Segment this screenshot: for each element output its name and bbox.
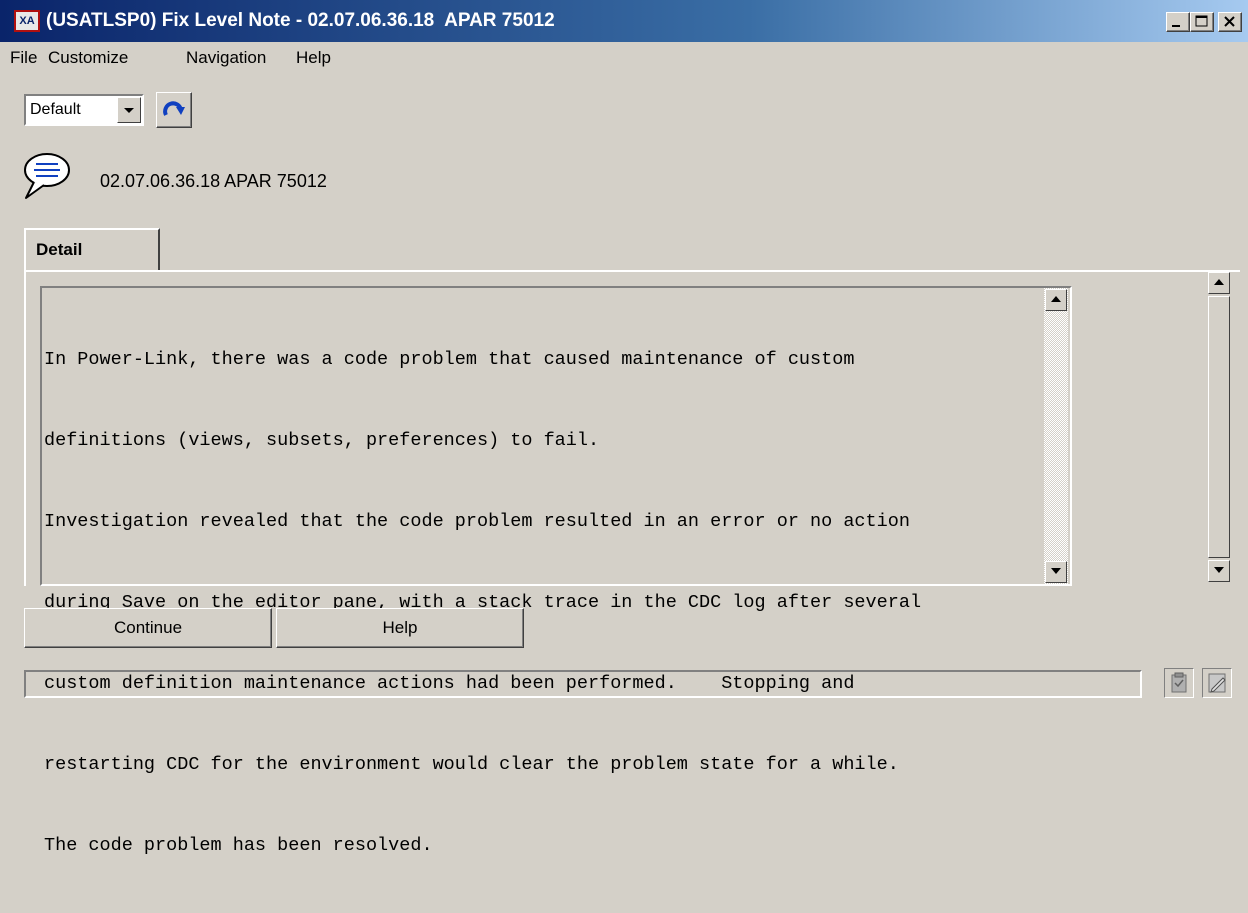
detail-line: In Power-Link, there was a code problem …: [44, 349, 855, 370]
detail-text: In Power-Link, there was a code problem …: [44, 292, 1034, 913]
status-bar: [24, 670, 1142, 698]
menu-navigation[interactable]: Navigation: [186, 48, 266, 68]
detail-line: restarting CDC for the environment would…: [44, 754, 899, 775]
menu-file[interactable]: File: [10, 48, 37, 68]
menu-customize[interactable]: Customize: [48, 48, 128, 68]
help-button[interactable]: Help: [276, 608, 524, 648]
tab-detail[interactable]: Detail: [24, 228, 160, 270]
scroll-up-icon[interactable]: [1045, 289, 1067, 311]
scroll-down-icon[interactable]: [1208, 560, 1230, 582]
refresh-button[interactable]: [156, 92, 192, 128]
edit-document-icon[interactable]: [1202, 668, 1232, 698]
app-icon[interactable]: XA: [14, 10, 40, 32]
detail-line: The code problem has been resolved.: [44, 835, 433, 856]
note-heading: 02.07.06.36.18 APAR 75012: [100, 171, 327, 191]
inner-scrollbar[interactable]: [1044, 288, 1068, 584]
outer-scrollbar[interactable]: [1204, 272, 1236, 584]
scroll-down-icon[interactable]: [1045, 561, 1067, 583]
clipboard-icon[interactable]: [1164, 668, 1194, 698]
close-icon[interactable]: [1218, 12, 1242, 32]
view-select[interactable]: Default: [24, 94, 144, 126]
view-select-value: Default: [30, 101, 81, 118]
continue-button[interactable]: Continue: [24, 608, 272, 648]
detail-text-area[interactable]: In Power-Link, there was a code problem …: [40, 286, 1072, 856]
chevron-down-icon[interactable]: [117, 97, 141, 123]
tab-detail-label: Detail: [36, 240, 83, 259]
scroll-thumb[interactable]: [1208, 296, 1230, 558]
detail-line: definitions (views, subsets, preferences…: [44, 430, 600, 451]
speech-bubble-icon: [22, 150, 78, 211]
detail-line: Investigation revealed that the code pro…: [44, 511, 910, 532]
scroll-up-icon[interactable]: [1208, 272, 1230, 294]
minimize-icon[interactable]: [1166, 12, 1190, 32]
window-title: (USATLSP0) Fix Level Note - 02.07.06.36.…: [46, 10, 555, 31]
menu-help[interactable]: Help: [296, 48, 331, 68]
maximize-icon[interactable]: [1190, 12, 1214, 32]
refresh-arrow-icon: [163, 101, 185, 116]
